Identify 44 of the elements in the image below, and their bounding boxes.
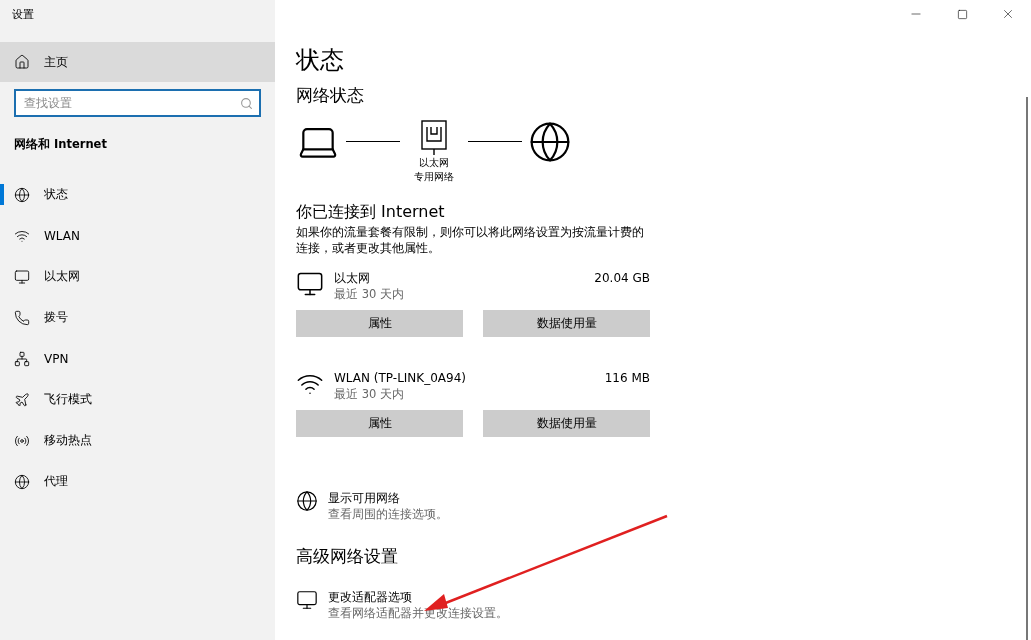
globe-icon bbox=[528, 120, 572, 164]
globe-icon bbox=[296, 490, 318, 512]
section-heading: 高级网络设置 bbox=[296, 545, 398, 568]
home-nav-item[interactable]: 主页 bbox=[0, 42, 275, 82]
search-icon bbox=[240, 97, 253, 110]
adapter-label: 以太网 bbox=[419, 156, 449, 170]
network-type-label: 专用网络 bbox=[414, 170, 454, 184]
sidebar-item[interactable]: VPN bbox=[0, 338, 275, 379]
connection-status-title: 你已连接到 Internet bbox=[296, 202, 445, 223]
sidebar-item[interactable]: 飞行模式 bbox=[0, 379, 275, 420]
ethernet-icon bbox=[14, 268, 30, 285]
connection-name: 以太网 bbox=[334, 270, 371, 286]
section-heading: 网络状态 bbox=[296, 84, 364, 107]
window-title: 设置 bbox=[11, 7, 35, 23]
link-title[interactable]: 显示可用网络 bbox=[328, 490, 448, 506]
section-title: 网络和 Internet bbox=[13, 136, 108, 153]
sidebar-item[interactable]: 代理 bbox=[0, 461, 275, 502]
action-button[interactable]: 数据使用量 bbox=[483, 310, 650, 337]
action-button[interactable]: 属性 bbox=[296, 410, 463, 437]
data-usage: 116 MB bbox=[604, 370, 650, 386]
airplane-icon bbox=[14, 391, 30, 408]
sidebar-item[interactable]: 移动热点 bbox=[0, 420, 275, 461]
link-title[interactable]: 更改适配器选项 bbox=[328, 589, 508, 605]
connection-description: 如果你的流量套餐有限制，则你可以将此网络设置为按流量计费的连接，或者更改其他属性。 bbox=[296, 224, 645, 256]
ethernet-port-icon bbox=[421, 120, 447, 156]
sidebar-item[interactable]: WLAN bbox=[0, 215, 275, 256]
link-subtitle: 查看周围的连接选项。 bbox=[328, 506, 448, 523]
close-icon bbox=[1001, 7, 1015, 21]
monitor-icon bbox=[296, 589, 318, 611]
search-field[interactable]: 查找设置 bbox=[14, 89, 261, 117]
sidebar-item[interactable]: 拨号 bbox=[0, 297, 275, 338]
connection-name: WLAN (TP-LINK_0A94) bbox=[334, 370, 467, 386]
connection-period: 最近 30 天内 bbox=[334, 386, 405, 403]
page-title: 状态 bbox=[296, 45, 344, 76]
action-button[interactable]: 属性 bbox=[296, 310, 463, 337]
scrollbar[interactable] bbox=[1026, 97, 1028, 640]
monitor-icon bbox=[296, 270, 324, 298]
action-button[interactable]: 数据使用量 bbox=[483, 410, 650, 437]
maximize-icon bbox=[956, 8, 968, 20]
connection-period: 最近 30 天内 bbox=[334, 286, 405, 303]
data-usage: 20.04 GB bbox=[594, 270, 650, 286]
home-icon bbox=[14, 54, 30, 70]
sidebar-item[interactable]: 以太网 bbox=[0, 256, 275, 297]
sidebar-item[interactable]: 状态 bbox=[0, 174, 275, 215]
